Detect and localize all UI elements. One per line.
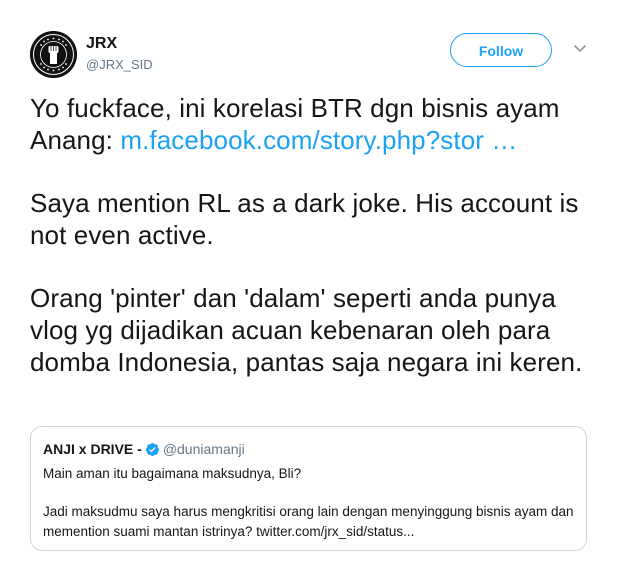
quoted-paragraph-1: Main aman itu bagaimana maksudnya, Bli? xyxy=(43,466,302,481)
tweet-paragraph-3: Orang 'pinter' dan 'dalam' seperti anda … xyxy=(30,283,583,377)
avatar[interactable] xyxy=(30,31,77,78)
tweet-card: JRX @JRX_SID Follow Yo fuckface, ini kor… xyxy=(0,0,622,561)
quoted-tweet-text: Main aman itu bagaimana maksudnya, Bli? … xyxy=(43,464,574,542)
tweet-paragraph-2: Saya mention RL as a dark joke. His acco… xyxy=(30,188,579,250)
verified-badge-icon xyxy=(145,442,159,457)
follow-button[interactable]: Follow xyxy=(450,33,552,67)
author-names: JRX @JRX_SID xyxy=(86,34,153,74)
tweet-text: Yo fuckface, ini korelasi BTR dgn bisnis… xyxy=(30,92,600,409)
quoted-display-name: ANJI x DRIVE - xyxy=(43,441,142,457)
quoted-paragraph-2: Jadi maksudmu saya harus mengkritisi ora… xyxy=(43,504,574,539)
tweet-link[interactable]: m.facebook.com/story.php?stor xyxy=(120,125,484,155)
quoted-tweet-header: ANJI x DRIVE - @duniamanji xyxy=(43,440,574,458)
quoted-tweet[interactable]: ANJI x DRIVE - @duniamanji Main aman itu … xyxy=(30,426,587,551)
tweet-paragraph-1: Yo fuckface, ini korelasi BTR dgn bisnis… xyxy=(30,92,600,156)
quoted-handle: @duniamanji xyxy=(162,441,245,457)
fist-emblem-icon xyxy=(30,31,77,78)
author-display-name[interactable]: JRX xyxy=(86,34,153,54)
author-handle[interactable]: @JRX_SID xyxy=(86,56,153,74)
chevron-down-icon[interactable] xyxy=(573,44,587,54)
tweet-header: JRX @JRX_SID Follow xyxy=(30,31,600,79)
tweet-link-ellipsis[interactable]: … xyxy=(484,125,517,155)
